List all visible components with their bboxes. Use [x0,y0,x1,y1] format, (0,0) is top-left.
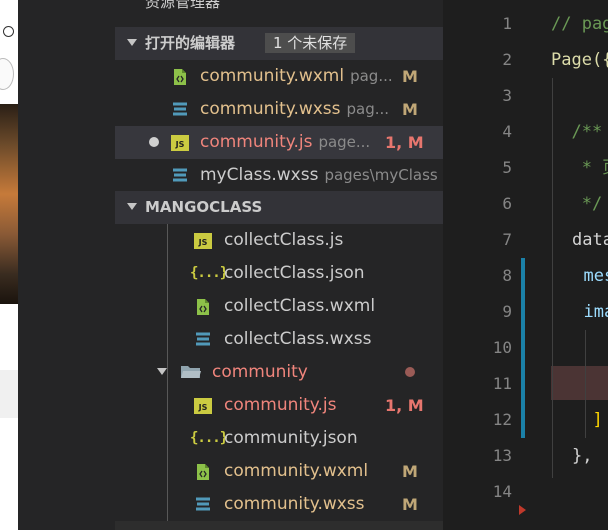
line-number: 7 [502,230,512,249]
chevron-down-icon [127,37,137,47]
preview-avatar [0,58,14,90]
line-number: 6 [502,194,512,213]
file-name: collectClass.wxss [224,329,372,349]
file-name: community.js [224,395,337,415]
toolbar-gap [18,0,115,530]
code-line: data [572,230,608,250]
tree-item-community-json[interactable]: {...} community.json [115,422,443,455]
line-number: 4 [502,122,512,141]
code-line: mes [583,266,608,286]
editor-gutter-spacer [443,0,473,530]
file-path: pag... [346,100,390,118]
file-name: community.wxss [224,494,365,514]
wxml-file-icon [197,464,209,480]
explorer-header: 资源管理器 [145,0,221,11]
file-name: community.wxml [200,66,345,86]
code-line: // pag [551,14,608,34]
tree-folder-community[interactable]: community [115,356,443,389]
wxss-file-icon [173,168,187,182]
tree-item-partial [115,521,443,530]
preview-gray-block [0,370,18,418]
git-status: M [402,67,418,86]
open-editors-title: 打开的编辑器 [145,34,236,52]
git-status: M [402,462,418,481]
file-name: community.wxml [224,461,369,481]
code-line: Page({ [551,50,608,70]
folder-open-icon [181,366,201,378]
open-editor-community-wxml[interactable]: community.wxml pag... M [115,60,443,93]
git-status: M [402,100,418,119]
code-line: ima [583,302,608,322]
tree-item-community-wxss[interactable]: community.wxss M [115,488,443,521]
line-number: 10 [492,338,512,357]
line-number: 3 [502,86,512,105]
file-name: collectClass.wxml [224,296,376,316]
line-number: 9 [502,302,512,321]
open-editor-myclass-wxss[interactable]: myClass.wxss pages\myClass [115,159,443,192]
code-line: * 页 [581,158,608,178]
code-line: /** [551,122,603,142]
explorer-panel: 资源管理器 打开的编辑器 1 个未保存 community.wxml pag...… [115,0,443,530]
git-modified-bar [521,258,525,438]
json-file-icon: {...} [190,265,228,281]
line-number: 12 [492,410,512,429]
tree-item-collectclass-wxml[interactable]: collectClass.wxml [115,290,443,323]
wxss-file-icon [196,332,210,346]
git-status: 1, M [385,133,424,152]
js-file-icon: JS [171,135,189,151]
file-name: community.json [224,428,358,448]
file-name: community.js [200,132,313,152]
line-number: 14 [492,482,512,501]
record-icon[interactable] [3,26,14,37]
open-editor-community-js[interactable]: JS community.js page... 1, M [115,126,443,159]
tree-item-community-wxml[interactable]: community.wxml M [115,455,443,488]
tree-item-collectclass-wxss[interactable]: collectClass.wxss [115,323,443,356]
simulator-preview [0,0,18,530]
open-editor-community-wxss[interactable]: community.wxss pag... M [115,93,443,126]
tree-item-collectclass-json[interactable]: {...} collectClass.json [115,257,443,290]
file-path: pag... [350,67,393,85]
folder-error-dot-icon [405,367,415,377]
line-number: 5 [502,158,512,177]
code-line: }, [572,446,593,466]
open-editors-header[interactable]: 打开的编辑器 1 个未保存 [115,27,443,60]
js-file-icon: JS [194,398,212,414]
code-line: */ [551,194,603,214]
project-header[interactable]: MANGOCLASS [115,191,443,224]
file-name: collectClass.json [224,263,365,283]
tree-item-community-js[interactable]: JS community.js 1, M [115,389,443,422]
code-line: ] [572,410,603,430]
tree-item-collectclass-js[interactable]: JS collectClass.js [115,224,443,257]
chevron-down-icon [127,201,137,211]
wxss-file-icon [196,497,210,511]
folder-name: community [212,362,308,382]
file-path: page... [318,133,371,151]
error-line-highlight [551,366,608,400]
file-path: pages\myClass [324,166,438,184]
line-number: 1 [502,14,512,33]
unsaved-badge: 1 个未保存 [265,33,356,53]
wxss-file-icon [173,102,187,116]
file-name: community.wxss [200,99,341,119]
wxml-file-icon [197,299,209,315]
preview-image [0,104,18,304]
git-status: M [402,495,418,514]
file-name: collectClass.js [224,230,344,250]
unsaved-dot-icon[interactable] [149,137,159,147]
chevron-down-icon [157,366,167,376]
git-status: 1, M [385,396,424,415]
wxml-file-icon [174,69,186,85]
json-file-icon: {...} [190,430,228,446]
line-number: 8 [502,266,512,285]
line-number: 13 [492,446,512,465]
line-number: 2 [502,50,512,69]
error-marker-icon [519,505,526,515]
project-title: MANGOCLASS [145,198,263,216]
line-number: 11 [492,374,512,393]
file-name: myClass.wxss [200,165,319,185]
js-file-icon: JS [194,233,212,249]
